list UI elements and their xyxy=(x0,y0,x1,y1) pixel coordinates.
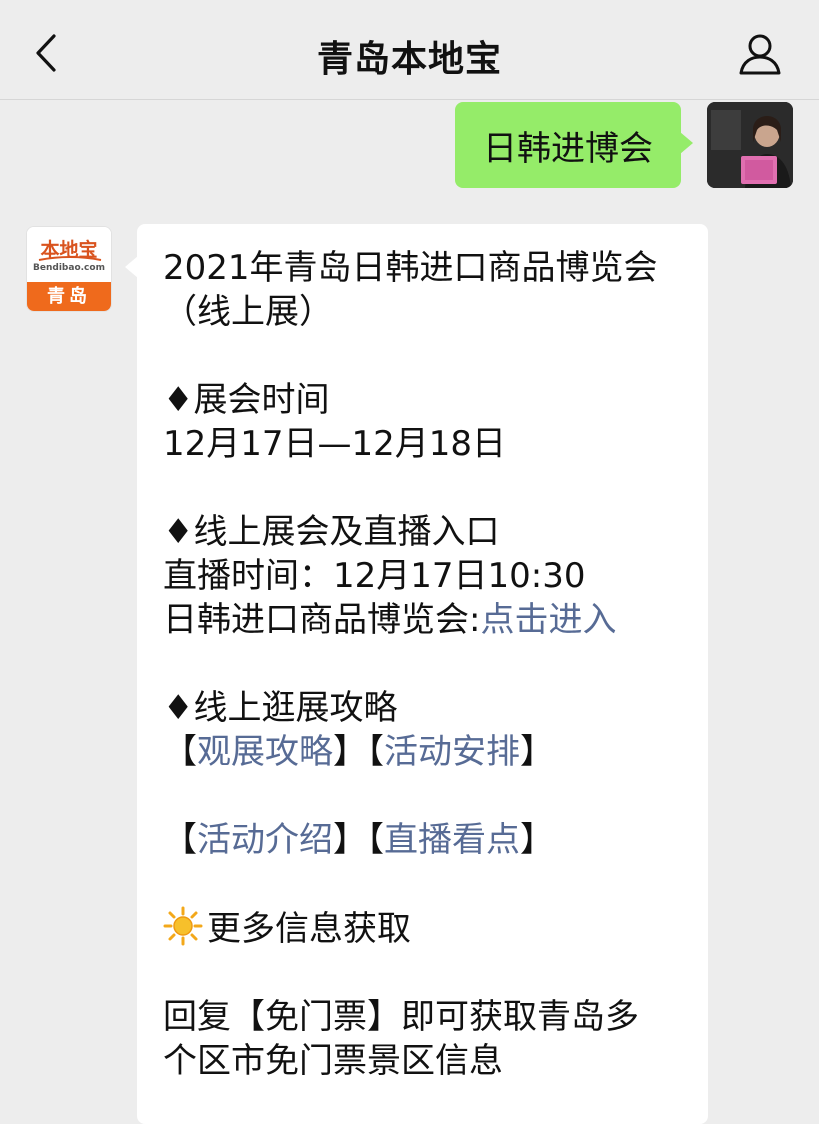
person-icon xyxy=(739,34,781,75)
bracket-close: 】 xyxy=(333,732,367,772)
live-entry-label: 日韩进口商品博览会: xyxy=(163,600,481,640)
bracket-open: 【 xyxy=(367,820,384,860)
bracket-open: 【 xyxy=(367,732,384,772)
section-exhibition-time-heading: ♦展会时间 xyxy=(163,380,330,420)
official-account-avatar[interactable]: 本地宝 Bendibao.com 青岛 xyxy=(26,226,112,312)
guide-links-row-1: 【观展攻略】【活动安排】 xyxy=(163,730,684,774)
user-avatar-photo xyxy=(707,102,793,188)
enter-link[interactable]: 点击进入 xyxy=(480,600,616,640)
section-exhibition-time-value: 12月17日—12月18日 xyxy=(163,424,507,464)
sun-icon xyxy=(163,906,203,946)
section-live-time: 直播时间：12月17日10:30 xyxy=(163,556,586,596)
bracket-open: 【 xyxy=(163,820,197,860)
section-live-entry-heading: ♦线上展会及直播入口 xyxy=(163,512,500,552)
outgoing-message-row: 日韩进博会 xyxy=(0,102,819,192)
profile-button[interactable] xyxy=(737,32,783,76)
section-guide-heading: ♦线上逛展攻略 xyxy=(163,688,398,728)
event-intro-link[interactable]: 活动介绍 xyxy=(197,820,333,860)
user-avatar[interactable] xyxy=(707,102,793,188)
live-highlights-link[interactable]: 直播看点 xyxy=(384,820,520,860)
logo-swoosh xyxy=(38,256,102,261)
top-bar: 青岛本地宝 xyxy=(0,0,819,100)
viewing-guide-link[interactable]: 观展攻略 xyxy=(197,732,333,772)
more-info-heading: 更多信息获取 xyxy=(207,909,411,949)
reply-hint-line2: 个区市免门票景区信息 xyxy=(163,1041,503,1081)
bracket-open: 【 xyxy=(163,732,197,772)
outgoing-message-bubble[interactable]: 日韩进博会 xyxy=(455,102,693,188)
logo-city-text: 青岛 xyxy=(27,282,111,311)
event-schedule-link[interactable]: 活动安排 xyxy=(384,732,520,772)
message-title-line2: （线上展） xyxy=(163,292,333,332)
message-title-line1: 2021年青岛日韩进口商品博览会 xyxy=(163,248,658,288)
chat-title: 青岛本地宝 xyxy=(316,39,502,80)
logo-top: 本地宝 Bendibao.com xyxy=(27,227,111,284)
guide-links-row-2: 【活动介绍】【直播看点】 xyxy=(163,818,684,862)
reply-hint-line1: 回复【免门票】即可获取青岛多 xyxy=(163,997,639,1037)
section-more-info: 更多信息获取 xyxy=(163,906,684,951)
bracket-close: 】 xyxy=(520,732,554,772)
section-live-entry: 日韩进口商品博览会:点击进入 xyxy=(163,598,684,642)
logo-domain-text: Bendibao.com xyxy=(33,263,105,273)
incoming-message-bubble[interactable]: 2021年青岛日韩进口商品博览会 （线上展） ♦展会时间 12月17日—12月1… xyxy=(125,224,708,1124)
outgoing-message-text: 日韩进博会 xyxy=(483,128,653,169)
bracket-close: 】 xyxy=(520,820,554,860)
bracket-close: 】 xyxy=(333,820,367,860)
